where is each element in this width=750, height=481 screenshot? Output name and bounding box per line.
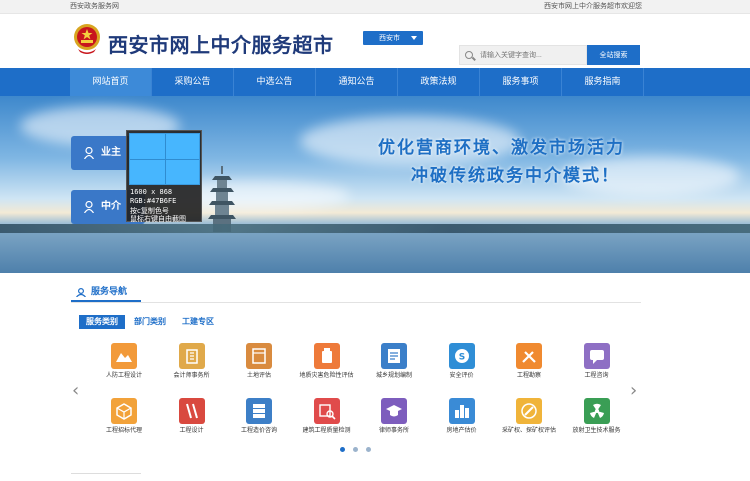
- banner-slogan-1: 优化营商环境、激发市场活力: [378, 138, 625, 158]
- service-item[interactable]: 工程造价咨询: [226, 398, 292, 434]
- section-divider: [71, 302, 641, 303]
- search-input[interactable]: [480, 49, 580, 62]
- service-item[interactable]: 律师事务所: [361, 398, 427, 434]
- top-bar: 西安政务服务网 西安市网上中介服务超市欢迎您: [0, 0, 750, 14]
- service-item-label: 房地产估价: [446, 427, 477, 434]
- site-title: 西安市网上中介服务超市: [108, 33, 334, 57]
- service-item-label: 工程设计: [179, 427, 204, 434]
- color-preview-swatch: [129, 133, 200, 185]
- nav-guide[interactable]: 服务指南: [562, 68, 644, 96]
- frame-icon: [246, 343, 272, 369]
- server-icon: [246, 398, 272, 424]
- service-item[interactable]: 房地产估价: [429, 398, 495, 434]
- service-item-label: 律师事务所: [378, 427, 409, 434]
- main-nav: 网站首页 采购公告 中选公告 通知公告 政策法规 服务事项 服务指南: [0, 68, 750, 96]
- inspect-icon: [313, 398, 340, 424]
- bottle-icon: [313, 343, 340, 369]
- service-item-label: 工程造价咨询: [240, 427, 277, 434]
- footer-divider: [71, 473, 141, 474]
- pagoda-image: [208, 166, 236, 232]
- national-emblem-icon: [74, 24, 100, 54]
- city-icon: [448, 398, 475, 424]
- tab-department-category[interactable]: 部门类别: [127, 315, 173, 329]
- document-icon: [381, 343, 407, 369]
- tooltip-drag-hint: 鼠标右键自由截图: [130, 215, 186, 223]
- search-box: [459, 45, 587, 65]
- city-select-value: 西安市: [379, 34, 400, 42]
- service-item-label: 安全评价: [449, 372, 474, 379]
- service-item[interactable]: 工程设计: [159, 398, 225, 434]
- nav-policies[interactable]: 政策法规: [398, 68, 480, 96]
- carousel-dot-3[interactable]: [366, 447, 371, 452]
- cap-icon: [381, 398, 407, 424]
- service-item[interactable]: 工程咨询: [564, 343, 630, 379]
- section-title: 服务导航: [71, 284, 141, 302]
- tab-construction-zone[interactable]: 工建专区: [175, 315, 221, 329]
- pickaxe-icon: [516, 398, 542, 424]
- service-item[interactable]: 地质灾害危险性评估: [294, 343, 360, 379]
- owner-login-label: 业主: [101, 147, 121, 158]
- hero-banner: 优化营商环境、激发市场活力 冲破传统政务中介模式！ 业主 中介: [0, 96, 750, 273]
- agent-login-label: 中介: [101, 201, 121, 212]
- user-icon: [84, 147, 94, 159]
- search-button[interactable]: 全站搜索: [587, 45, 640, 65]
- city-select[interactable]: 西安市: [363, 31, 423, 45]
- carousel-dot-1[interactable]: [340, 447, 345, 452]
- service-item-label: 工程招标代理: [105, 427, 142, 434]
- service-item-label: 建筑工程质量检测: [302, 427, 351, 434]
- service-item[interactable]: 土地评估: [226, 343, 292, 379]
- service-item-label: 土地评估: [246, 372, 271, 379]
- carousel-dots: [340, 447, 379, 452]
- building-icon: [178, 343, 205, 369]
- search-icon: [465, 51, 473, 59]
- service-item[interactable]: 人防工程设计: [91, 343, 157, 379]
- tooltip-size: 1600 x 868: [130, 188, 173, 196]
- category-tabs: 服务类别 部门类别 工建专区: [79, 315, 223, 329]
- shield-icon: S: [448, 343, 475, 369]
- lake-water: [0, 233, 750, 273]
- service-item-label: 人防工程设计: [105, 372, 142, 379]
- nav-services[interactable]: 服务事项: [480, 68, 562, 96]
- service-item-label: 采矿权、探矿权评估: [501, 427, 556, 434]
- section-title-label: 服务导航: [91, 287, 128, 297]
- service-item-label: 工程勘察: [516, 372, 541, 379]
- ruler-icon: [178, 398, 205, 424]
- service-item-label: 工程咨询: [584, 372, 609, 379]
- color-picker-tooltip: 1600 x 868 RGB:#47B6FE 按c复制色号 鼠标右键自由截图: [126, 130, 202, 223]
- carousel-next-button[interactable]: ›: [630, 380, 637, 401]
- service-item[interactable]: 城乡规划编制: [361, 343, 427, 379]
- service-item[interactable]: 会计师事务所: [159, 343, 225, 379]
- gov-portal-link[interactable]: 西安政务服务网: [70, 0, 119, 13]
- service-item[interactable]: S 安全评价: [429, 343, 495, 379]
- tooltip-rgb: RGB:#47B6FE: [130, 197, 177, 205]
- carousel-dot-2[interactable]: [353, 447, 358, 452]
- chevron-down-icon: [411, 36, 417, 40]
- banner-slogan-2: 冲破传统政务中介模式！: [411, 166, 620, 186]
- service-item-label: 地质灾害危险性评估: [299, 372, 354, 379]
- service-item[interactable]: 放射卫生技术服务: [564, 398, 630, 434]
- service-item[interactable]: 工程招标代理: [91, 398, 157, 434]
- nav-notices[interactable]: 通知公告: [316, 68, 398, 96]
- service-item[interactable]: 工程勘察: [496, 343, 562, 379]
- service-item[interactable]: 建筑工程质量检测: [294, 398, 360, 434]
- tab-service-category[interactable]: 服务类别: [79, 315, 125, 329]
- chat-icon: [583, 343, 610, 369]
- service-item-label: 放射卫生技术服务: [572, 427, 621, 434]
- nav-selection[interactable]: 中选公告: [234, 68, 316, 96]
- carousel-prev-button[interactable]: ‹: [72, 380, 79, 401]
- svg-text:S: S: [458, 353, 464, 363]
- service-nav-icon: [76, 288, 86, 297]
- tools-icon: [516, 343, 542, 369]
- nav-home[interactable]: 网站首页: [70, 68, 152, 96]
- nav-procurement[interactable]: 采购公告: [152, 68, 234, 96]
- service-item[interactable]: 采矿权、探矿权评估: [496, 398, 562, 434]
- mountain-icon: [111, 343, 137, 369]
- welcome-text: 西安市网上中介服务超市欢迎您: [544, 2, 642, 10]
- service-item-label: 城乡规划编制: [375, 372, 412, 379]
- box-icon: [111, 398, 137, 424]
- header: 西安市网上中介服务超市 西安市 全站搜索: [0, 14, 750, 68]
- radiation-icon: [583, 398, 610, 424]
- service-item-label: 会计师事务所: [173, 372, 210, 379]
- user-icon: [84, 201, 94, 213]
